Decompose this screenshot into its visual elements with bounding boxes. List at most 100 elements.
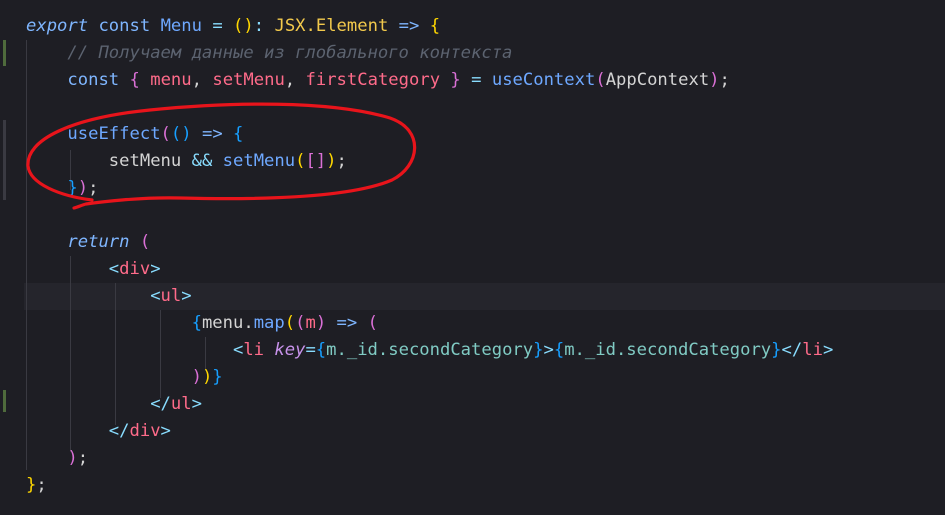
code-line-1[interactable]: export const Menu = (): JSX.Element => { (26, 13, 440, 40)
keyword: const (98, 16, 151, 36)
bracket: } (212, 367, 223, 387)
bracket: () (170, 124, 192, 144)
bracket: [] (305, 151, 327, 171)
keyword: const (67, 70, 120, 90)
bracket: } (533, 340, 544, 360)
identifier: AppContext (605, 70, 710, 90)
tag-bracket: < (108, 259, 120, 279)
tag-bracket: < (150, 286, 161, 306)
punctuation: , (284, 70, 296, 90)
git-change-marker (3, 40, 6, 66)
code-line-12[interactable]: {menu.map((m) => ( (26, 310, 378, 337)
bracket: ) (191, 367, 202, 387)
arrow: => (398, 16, 420, 36)
operator: = (471, 70, 482, 90)
bracket: ( (160, 124, 171, 144)
bracket: ( (295, 151, 306, 171)
bracket: ) (201, 367, 213, 387)
bracket: ( (367, 313, 378, 333)
parameter: m (305, 313, 316, 333)
code-line-6[interactable]: setMenu && setMenu([]); (26, 148, 347, 175)
expression: m._id.secondCategory (564, 340, 772, 360)
tag-name: ul (170, 394, 192, 414)
code-line-16[interactable]: </div> (26, 418, 171, 445)
bracket: ) (709, 70, 720, 90)
code-line-2[interactable]: // Получаем данные из глобального контек… (26, 40, 512, 67)
code-line-7[interactable]: }); (26, 175, 98, 202)
code-line-17[interactable]: ); (26, 445, 88, 472)
bracket: ( (284, 313, 296, 333)
operator: && (191, 151, 213, 171)
comment: // Получаем данные из глобального контек… (67, 43, 513, 63)
identifier: Menu (160, 16, 202, 36)
function-call: useEffect (67, 124, 161, 144)
variable: setMenu (212, 70, 285, 90)
code-editor[interactable]: export const Menu = (): JSX.Element => {… (0, 0, 945, 515)
arrow: => (201, 124, 223, 144)
tag-name: ul (160, 286, 182, 306)
code-line-5[interactable]: useEffect(() => { (26, 121, 243, 148)
tag-bracket: </ (781, 340, 803, 360)
variable: firstCategory (305, 70, 441, 90)
bracket: () (233, 16, 254, 36)
tag-name: li (243, 340, 265, 360)
tag-name: li (802, 340, 823, 360)
type-name: JSX.Element (274, 16, 389, 36)
bracket: { (553, 340, 565, 360)
bracket: ) (326, 151, 337, 171)
tag-bracket: < (232, 340, 244, 360)
bracket: ( (295, 313, 306, 333)
variable: menu (150, 70, 192, 90)
tag-bracket: > (822, 340, 834, 360)
bracket: ) (67, 448, 78, 468)
identifier: menu (201, 313, 244, 333)
tag-bracket: </ (108, 421, 130, 441)
tag-name: div (119, 259, 151, 279)
bracket: } (771, 340, 782, 360)
git-change-marker (3, 390, 6, 412)
punctuation: ; (88, 178, 99, 198)
jsx-attribute: key (274, 340, 306, 360)
punctuation: ; (77, 448, 89, 468)
tag-bracket: > (160, 421, 171, 441)
function-call: setMenu (222, 151, 296, 171)
code-line-14[interactable]: ))} (26, 364, 223, 391)
bracket: { (191, 313, 202, 333)
code-line-10[interactable]: <div> (26, 256, 161, 283)
code-line-9[interactable]: return ( (26, 229, 150, 256)
operator: = (212, 16, 223, 36)
bracket: } (67, 178, 78, 198)
bracket: } (26, 475, 37, 495)
punctuation: ; (36, 475, 47, 495)
punctuation: , (191, 70, 202, 90)
tag-bracket: > (191, 394, 202, 414)
code-line-18[interactable]: }; (26, 472, 47, 499)
tag-bracket: > (150, 259, 161, 279)
bracket: { (233, 124, 244, 144)
arrow: => (336, 313, 358, 333)
expression: m._id.secondCategory (326, 340, 534, 360)
code-line-15[interactable]: </ul> (26, 391, 202, 418)
identifier: setMenu (108, 151, 182, 171)
bracket: { (315, 340, 327, 360)
bracket: ) (77, 178, 89, 198)
keyword: return (67, 232, 130, 252)
bracket: ) (315, 313, 327, 333)
tag-bracket: > (181, 286, 192, 306)
punctuation: . (243, 313, 254, 333)
function-call: map (253, 313, 285, 333)
tag-bracket: </ (150, 394, 171, 414)
bracket: ( (139, 232, 151, 252)
tag-name: div (129, 421, 161, 441)
git-change-marker (3, 120, 6, 200)
keyword: export (26, 16, 89, 36)
bracket: } (450, 70, 461, 90)
code-line-13[interactable]: <li key={m._id.secondCategory}>{m._id.se… (26, 337, 833, 364)
punctuation: ; (336, 151, 347, 171)
bracket: { (129, 70, 140, 90)
punctuation: ; (719, 70, 730, 90)
code-line-11[interactable]: <ul> (26, 283, 192, 310)
function-call: useContext (491, 70, 596, 90)
operator: = (305, 340, 316, 360)
code-line-3[interactable]: const { menu, setMenu, firstCategory } =… (26, 67, 730, 94)
